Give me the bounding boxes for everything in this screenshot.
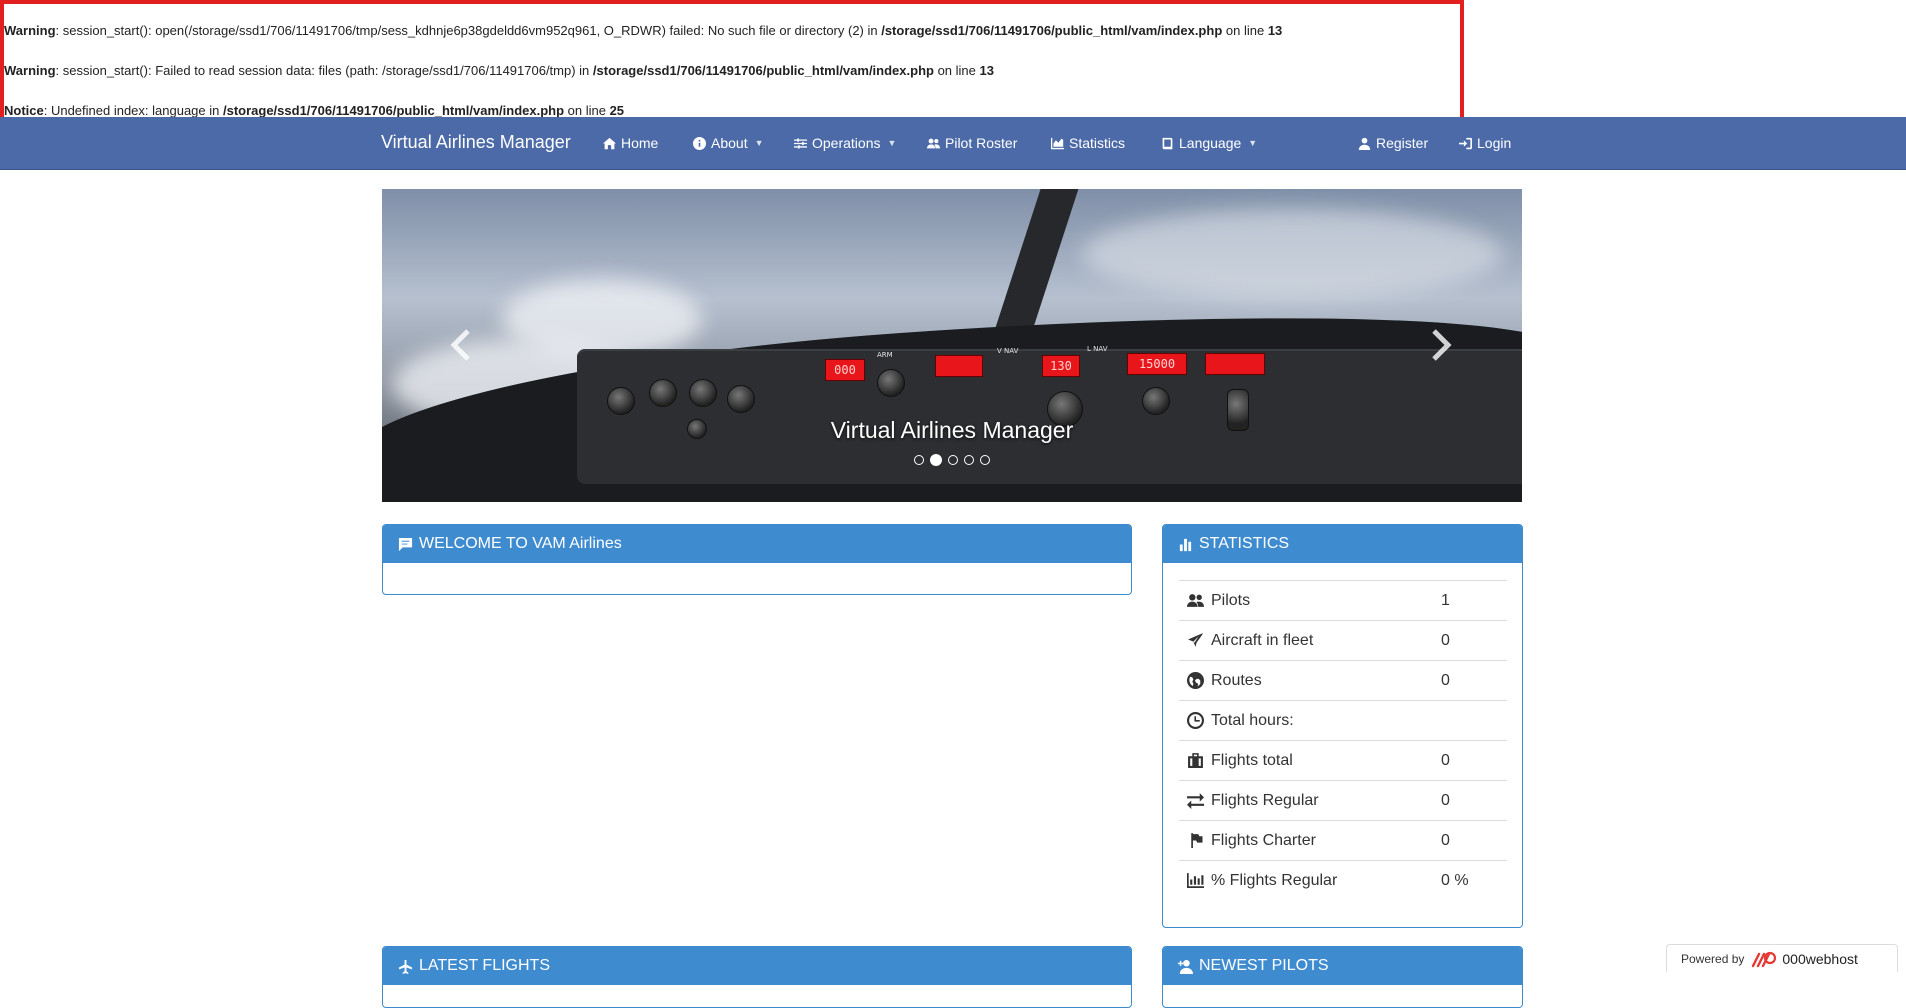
mcp-display: 15000 — [1127, 353, 1187, 375]
stat-label: Pilots — [1211, 592, 1251, 609]
statistics-panel: STATISTICS Pilots 1 Aircraft in fleet 0 … — [1162, 524, 1523, 928]
carousel-indicator[interactable] — [948, 455, 958, 465]
nav-item-language[interactable]: Language ▼ — [1161, 135, 1257, 151]
carousel-prev-button[interactable] — [442, 325, 482, 365]
suitcase-icon — [1187, 752, 1204, 769]
mcp-display — [1205, 353, 1265, 375]
users-icon — [1187, 592, 1204, 609]
chevron-down-icon: ▼ — [754, 138, 764, 148]
nav-item-home[interactable]: Home — [603, 135, 658, 151]
bar-chart-icon — [1179, 538, 1192, 551]
latest-flights-panel-heading: LATEST FLIGHTS — [383, 947, 1131, 985]
chevron-right-icon — [1432, 329, 1452, 361]
plane-icon — [398, 959, 413, 974]
welcome-panel: WELCOME TO VAM Airlines — [382, 524, 1132, 595]
table-row: Flights Charter 0 — [1179, 820, 1507, 860]
mcp-display: 000 — [825, 359, 865, 381]
carousel-next-button[interactable] — [1420, 325, 1460, 365]
home-icon — [603, 137, 616, 149]
user-icon — [1358, 137, 1371, 150]
comment-icon — [398, 537, 413, 551]
stat-label: Flights Charter — [1211, 832, 1316, 849]
powered-by-label: Powered by — [1681, 951, 1745, 966]
stat-label: Flights total — [1211, 752, 1293, 769]
statistics-table: Pilots 1 Aircraft in fleet 0 Routes 0 To… — [1179, 580, 1507, 900]
carousel-indicators — [382, 454, 1522, 466]
welcome-panel-heading: WELCOME TO VAM Airlines — [383, 525, 1131, 563]
login-icon — [1459, 137, 1472, 149]
stat-value: 0 — [1441, 792, 1450, 809]
stat-label: Total hours: — [1211, 712, 1294, 729]
newest-pilots-panel: NEWEST PILOTS — [1162, 946, 1523, 1008]
carousel-caption: Virtual Airlines Manager — [830, 417, 1074, 443]
add-user-icon — [1178, 959, 1193, 974]
nav-item-about[interactable]: About ▼ — [693, 135, 764, 151]
users-icon — [927, 138, 940, 148]
chart-icon — [1051, 137, 1064, 149]
plane-icon — [1187, 632, 1204, 649]
stat-label: Routes — [1211, 672, 1262, 689]
php-warning-line: Warning: session_start(): open(/storage/… — [4, 23, 1283, 38]
statistics-panel-heading: STATISTICS — [1163, 525, 1522, 563]
table-row: % Flights Regular 0 % — [1179, 860, 1507, 900]
nav-item-register[interactable]: Register — [1358, 135, 1428, 151]
chevron-down-icon: ▼ — [1248, 138, 1258, 148]
table-row: Pilots 1 — [1179, 580, 1507, 620]
stat-value: 0 — [1441, 752, 1450, 769]
php-warning-line: Warning: session_start(): Failed to read… — [4, 63, 994, 78]
php-notice-line: Notice: Undefined index: language in /st… — [4, 103, 625, 118]
latest-flights-panel: LATEST FLIGHTS — [382, 946, 1132, 1008]
flag-icon — [1187, 832, 1204, 849]
mcp-display: 130 — [1042, 355, 1080, 377]
powered-by-badge[interactable]: Powered by 000webhost — [1666, 944, 1898, 972]
nav-item-statistics[interactable]: Statistics — [1051, 135, 1125, 151]
stat-value: 0 — [1441, 632, 1450, 649]
navbar-brand[interactable]: Virtual Airlines Manager — [381, 132, 571, 153]
host-name: 000webhost — [1782, 950, 1858, 967]
stat-value: 0 — [1441, 832, 1450, 849]
sliders-icon — [794, 137, 807, 149]
table-row: Flights Regular 0 — [1179, 780, 1507, 820]
nav-item-login[interactable]: Login — [1459, 135, 1511, 151]
bar-chart-icon — [1187, 872, 1204, 889]
000webhost-logo-icon — [1752, 951, 1777, 967]
cloud-shape — [502, 279, 702, 359]
clock-icon — [1187, 712, 1204, 729]
nav-item-operations[interactable]: Operations ▼ — [794, 135, 896, 151]
stat-value: 0 % — [1441, 872, 1469, 889]
table-row: Total hours: — [1179, 700, 1507, 740]
carousel-indicator[interactable] — [980, 455, 990, 465]
carousel-indicator[interactable] — [964, 455, 974, 465]
chevron-left-icon — [450, 329, 470, 361]
top-navbar: Virtual Airlines Manager Home About ▼ Ope… — [0, 117, 1906, 170]
info-icon — [693, 136, 706, 150]
cloud-shape — [1082, 209, 1502, 299]
php-error-box: Warning: session_start(): open(/storage/… — [0, 0, 1464, 122]
stat-value: 0 — [1441, 672, 1450, 689]
stat-label: Flights Regular — [1211, 792, 1319, 809]
stat-label: % Flights Regular — [1211, 872, 1338, 889]
exchange-icon — [1187, 792, 1204, 809]
newest-pilots-panel-heading: NEWEST PILOTS — [1163, 947, 1522, 985]
nav-item-pilot-roster[interactable]: Pilot Roster — [927, 135, 1017, 151]
globe-icon — [1187, 672, 1204, 689]
table-row: Aircraft in fleet 0 — [1179, 620, 1507, 660]
stat-label: Aircraft in fleet — [1211, 632, 1314, 649]
table-row: Flights total 0 — [1179, 740, 1507, 780]
book-icon — [1162, 137, 1173, 149]
hero-carousel: 000 130 15000 V NAV L NAV ARM Virtual Ai… — [382, 189, 1522, 502]
carousel-indicator[interactable] — [930, 454, 942, 466]
mcp-display — [935, 355, 983, 377]
stat-value: 1 — [1441, 592, 1450, 609]
table-row: Routes 0 — [1179, 660, 1507, 700]
chevron-down-icon: ▼ — [887, 138, 897, 148]
carousel-indicator[interactable] — [914, 455, 924, 465]
